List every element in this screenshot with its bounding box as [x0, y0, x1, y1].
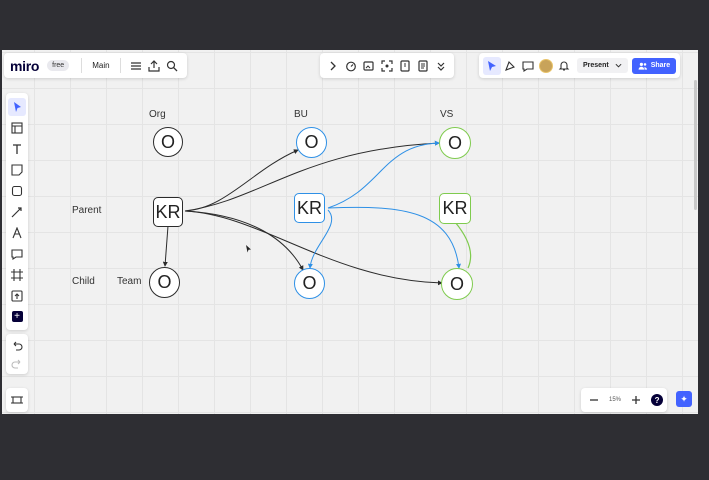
undo-redo-panel — [6, 334, 28, 374]
connection-line-icon[interactable] — [8, 203, 26, 221]
plan-badge[interactable]: free — [47, 60, 70, 71]
select-tool-icon[interactable] — [8, 97, 26, 116]
connector-orgkr-to-teamo[interactable] — [162, 225, 169, 267]
focus-icon[interactable] — [378, 57, 396, 75]
column-header-org[interactable]: Org — [149, 109, 166, 120]
present-label: Present — [583, 62, 609, 69]
zoom-in-icon[interactable] — [627, 391, 645, 409]
row-label-parent[interactable]: Parent — [72, 205, 101, 216]
zoom-out-icon[interactable] — [585, 391, 603, 409]
column-header-vs[interactable]: VS — [440, 109, 453, 120]
divider — [119, 58, 121, 73]
top-left-toolbar: miro free Main — [4, 53, 187, 78]
timer-icon[interactable] — [342, 57, 360, 75]
vs-objective-node[interactable]: O — [439, 127, 471, 159]
org-objective-node[interactable]: O — [153, 127, 183, 157]
user-avatar[interactable] — [537, 57, 555, 75]
mouse-cursor-icon — [246, 245, 251, 253]
pen-icon[interactable] — [8, 224, 26, 242]
reactions-icon[interactable] — [501, 57, 519, 75]
connector-bukr-to-vso[interactable] — [327, 140, 440, 209]
more-apps-plus-icon[interactable]: + — [11, 311, 23, 322]
miro-logo[interactable]: miro — [10, 58, 39, 74]
zoom-level[interactable]: 15% — [609, 397, 621, 403]
chevron-down-icon[interactable] — [615, 62, 622, 69]
search-icon[interactable] — [163, 57, 181, 75]
redo-icon[interactable] — [8, 354, 26, 372]
column-header-bu[interactable]: BU — [294, 109, 308, 120]
share-label: Share — [650, 62, 671, 69]
image-add-icon[interactable] — [360, 57, 378, 75]
bu-child-objective-node[interactable]: O — [294, 268, 325, 299]
divider — [81, 58, 83, 73]
left-toolbar: + — [6, 93, 28, 330]
menu-icon[interactable] — [127, 57, 145, 75]
frames-icon[interactable] — [8, 391, 26, 409]
board-name[interactable]: Main — [92, 61, 109, 70]
cursor-select-icon[interactable] — [483, 56, 501, 75]
team-objective-node[interactable]: O — [149, 267, 180, 298]
bu-objective-node[interactable]: O — [296, 127, 327, 158]
zoom-controls: 15% ? — [581, 388, 668, 412]
users-icon — [638, 62, 647, 70]
templates-icon[interactable] — [8, 119, 26, 137]
vote-icon[interactable] — [396, 57, 414, 75]
ai-assist-icon[interactable]: ✦ — [676, 391, 692, 407]
export-icon[interactable] — [145, 57, 163, 75]
avatar — [539, 58, 553, 73]
present-button[interactable]: Present — [577, 58, 628, 73]
row-label-child[interactable]: Child — [72, 276, 95, 287]
undo-icon[interactable] — [8, 336, 26, 354]
vertical-scrollbar[interactable] — [694, 80, 697, 210]
comment-icon[interactable] — [519, 57, 537, 75]
frames-panel — [6, 388, 28, 412]
connector-vskr-to-vs-child-o[interactable] — [454, 221, 472, 269]
shapes-icon[interactable] — [8, 182, 26, 200]
expand-chevron-icon[interactable] — [324, 57, 342, 75]
collaboration-toolbar — [320, 53, 454, 78]
share-button[interactable]: Share — [631, 57, 677, 74]
upload-icon[interactable] — [8, 287, 26, 305]
sticky-note-icon[interactable] — [8, 161, 26, 179]
comment-tool-icon[interactable] — [8, 245, 26, 263]
connectors-layer — [162, 140, 472, 286]
notification-bell-icon[interactable] — [555, 57, 573, 75]
frame-tool-icon[interactable] — [8, 266, 26, 284]
vs-child-objective-node[interactable]: O — [441, 268, 473, 300]
bu-key-result-node[interactable]: KR — [294, 193, 325, 223]
more-chevron-icon[interactable] — [432, 57, 450, 75]
top-right-toolbar: Present Share — [479, 53, 681, 78]
help-icon[interactable]: ? — [651, 394, 664, 406]
miro-app-window: miro free Main Present Share + 15% ? ✦ O… — [2, 50, 698, 414]
vs-key-result-node[interactable]: KR — [439, 193, 471, 224]
org-key-result-node[interactable]: KR — [153, 197, 183, 227]
team-label[interactable]: Team — [117, 276, 141, 287]
connector-orgkr-to-buo[interactable] — [184, 149, 299, 212]
text-tool-icon[interactable] — [8, 140, 26, 158]
connector-orgkr-to-bu-child-o[interactable] — [184, 210, 304, 271]
notes-icon[interactable] — [414, 57, 432, 75]
